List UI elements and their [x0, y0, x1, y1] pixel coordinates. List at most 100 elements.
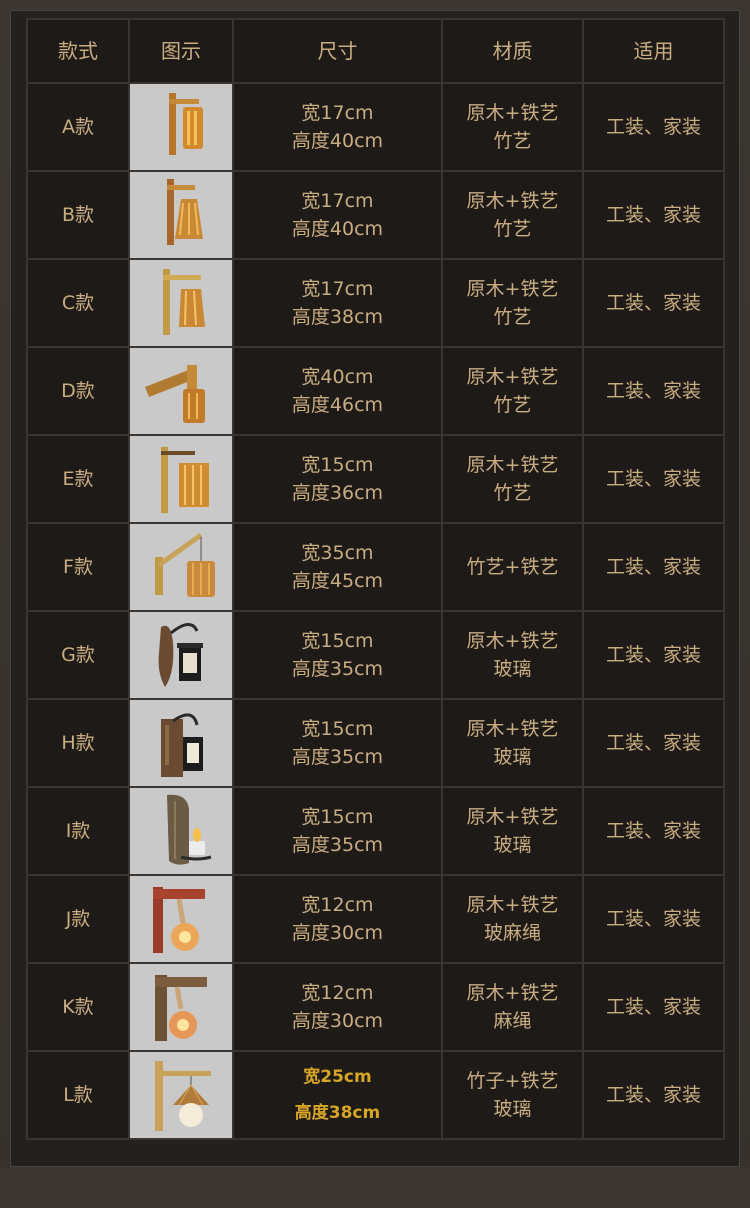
- row-material: 原木+铁艺麻绳: [441, 962, 584, 1052]
- row-material: 原木+铁艺竹艺: [441, 170, 584, 260]
- bottom-band: [0, 1167, 750, 1208]
- table-row: G款 宽15cm 高度35cm 原木+铁艺 玻璃 工装、家装: [26, 610, 725, 700]
- material-line: 竹艺+铁艺: [466, 556, 559, 578]
- size-height: 高度35cm: [291, 658, 384, 680]
- row-style: F款: [26, 522, 130, 612]
- size-width: 宽12cm: [301, 894, 374, 916]
- row-use: 工装、家装: [582, 258, 725, 348]
- material-line: 原木+铁艺: [466, 278, 559, 300]
- row-image: [128, 346, 234, 436]
- table-row: J款 宽12cm 高度30cm 原木+铁艺 玻麻绳 工装、家装: [26, 874, 725, 964]
- size-height: 高度35cm: [291, 746, 384, 768]
- material-line: 原木+铁艺: [466, 806, 559, 828]
- table-header-row: 款式 图示 尺寸 材质 适用: [26, 18, 725, 84]
- header-material: 材质: [441, 18, 584, 84]
- material-line: 竹艺: [493, 130, 532, 152]
- table-body: A款 宽17cm 高度40cm 原木+铁艺 竹艺 工装、家装 B款 宽17cm 高度40cm 原木…: [26, 82, 725, 1140]
- material-line: 竹艺: [493, 394, 532, 416]
- material-line: 原木+铁艺: [466, 630, 559, 652]
- spec-table: 款式 图示 尺寸 材质 适用 A款 宽17cm 高度40cm 原木+铁艺 竹艺 工装、家装…: [26, 18, 725, 1140]
- row-image: [128, 786, 234, 876]
- size-width: 宽15cm: [301, 718, 374, 740]
- size-width: 宽15cm: [301, 454, 374, 476]
- row-use: 工装、家装: [582, 170, 725, 260]
- size-height: 高度40cm: [291, 218, 384, 240]
- material-line: 玻璃: [493, 658, 532, 680]
- material-line: 玻璃: [493, 834, 532, 856]
- wood-plank-lantern-icon: [161, 713, 203, 777]
- row-style: D款: [26, 346, 130, 436]
- row-use: 工装、家装: [582, 786, 725, 876]
- material-line: 玻璃: [493, 746, 532, 768]
- row-use: 工装、家装: [582, 434, 725, 524]
- material-line: 麻绳: [493, 1010, 532, 1032]
- wood-lantern-lamp-icon: [158, 623, 203, 687]
- row-size: 宽15cm 高度35cm: [232, 786, 443, 876]
- row-size: 宽40cm 高度46cm: [232, 346, 443, 436]
- size-height: 高度38cm: [294, 1103, 381, 1123]
- size-width: 宽17cm: [301, 278, 374, 300]
- size-height: 高度35cm: [291, 834, 384, 856]
- material-line: 竹子+铁艺: [466, 1070, 559, 1092]
- row-size: 宽12cm 高度30cm: [232, 962, 443, 1052]
- material-line: 竹艺: [493, 218, 532, 240]
- table-row: B款 宽17cm 高度40cm 原木+铁艺 竹艺 工装、家装: [26, 170, 725, 260]
- row-size: 宽25cm 高度38cm: [232, 1050, 443, 1140]
- size-height: 高度36cm: [291, 482, 384, 504]
- row-image: [128, 610, 234, 700]
- size-width: 宽25cm: [303, 1067, 372, 1087]
- row-image: [128, 82, 234, 172]
- wood-candle-lamp-icon: [167, 794, 212, 865]
- table-row: C款 宽17cm 高度38cm 原木+铁艺 竹艺 工装、家装: [26, 258, 725, 348]
- row-image: [128, 874, 234, 964]
- material-line: 原木+铁艺: [466, 982, 559, 1004]
- row-style: L款: [26, 1050, 130, 1140]
- size-width: 宽15cm: [301, 806, 374, 828]
- header-style: 款式: [26, 18, 130, 84]
- row-use: 工装、家装: [582, 82, 725, 172]
- row-size: 宽15cm 高度35cm: [232, 698, 443, 788]
- row-use: 工装、家装: [582, 610, 725, 700]
- row-size: 宽15cm 高度35cm: [232, 610, 443, 700]
- table-row: D款 宽40cm 高度46cm 原木+铁艺 竹艺 工装、家装: [26, 346, 725, 436]
- table-row: I款 宽15cm 高度35cm 原木+铁艺 玻璃 工装、家装: [26, 786, 725, 876]
- material-line: 原木+铁艺: [466, 102, 559, 124]
- size-height: 高度30cm: [291, 922, 384, 944]
- row-style: K款: [26, 962, 130, 1052]
- row-style: H款: [26, 698, 130, 788]
- material-line: 竹艺: [493, 306, 532, 328]
- size-width: 宽17cm: [301, 190, 374, 212]
- row-image: [128, 962, 234, 1052]
- header-image: 图示: [128, 18, 234, 84]
- row-material: 原木+铁艺玻璃: [441, 698, 584, 788]
- row-style: E款: [26, 434, 130, 524]
- size-width: 宽12cm: [301, 982, 374, 1004]
- row-image: [128, 258, 234, 348]
- material-line: 竹艺: [493, 482, 532, 504]
- row-use: 工装、家装: [582, 698, 725, 788]
- row-style: B款: [26, 170, 130, 260]
- material-line: 原木+铁艺: [466, 366, 559, 388]
- row-size: 宽15cm 高度36cm: [232, 434, 443, 524]
- material-line: 原木+铁艺: [466, 718, 559, 740]
- row-use: 工装、家装: [582, 346, 725, 436]
- material-line: 原木+铁艺: [466, 894, 559, 916]
- header-use: 适用: [582, 18, 725, 84]
- row-image: [128, 522, 234, 612]
- row-size: 宽17cm 高度38cm: [232, 258, 443, 348]
- row-use: 工装、家装: [582, 874, 725, 964]
- material-line: 玻麻绳: [483, 922, 541, 944]
- size-width: 宽17cm: [301, 102, 374, 124]
- table-row: E款 宽15cm 高度36cm 原木+铁艺 竹艺 工装、家装: [26, 434, 725, 524]
- row-use: 工装、家装: [582, 522, 725, 612]
- row-material: 原木+铁艺竹艺: [441, 346, 584, 436]
- table-row: K款 宽12cm 高度30cm 原木+铁艺 麻绳 工装、家装: [26, 962, 725, 1052]
- row-style: A款: [26, 82, 130, 172]
- row-material: 原木+铁艺玻麻绳: [441, 874, 584, 964]
- bamboo-cone-lamp-icon: [167, 179, 203, 245]
- table-row: A款 宽17cm 高度40cm 原木+铁艺 竹艺 工装、家装: [26, 82, 725, 172]
- material-line: 原木+铁艺: [466, 190, 559, 212]
- bamboo-cylinder-lamp-icon: [169, 93, 203, 155]
- size-width: 宽35cm: [301, 542, 374, 564]
- size-height: 高度30cm: [291, 1010, 384, 1032]
